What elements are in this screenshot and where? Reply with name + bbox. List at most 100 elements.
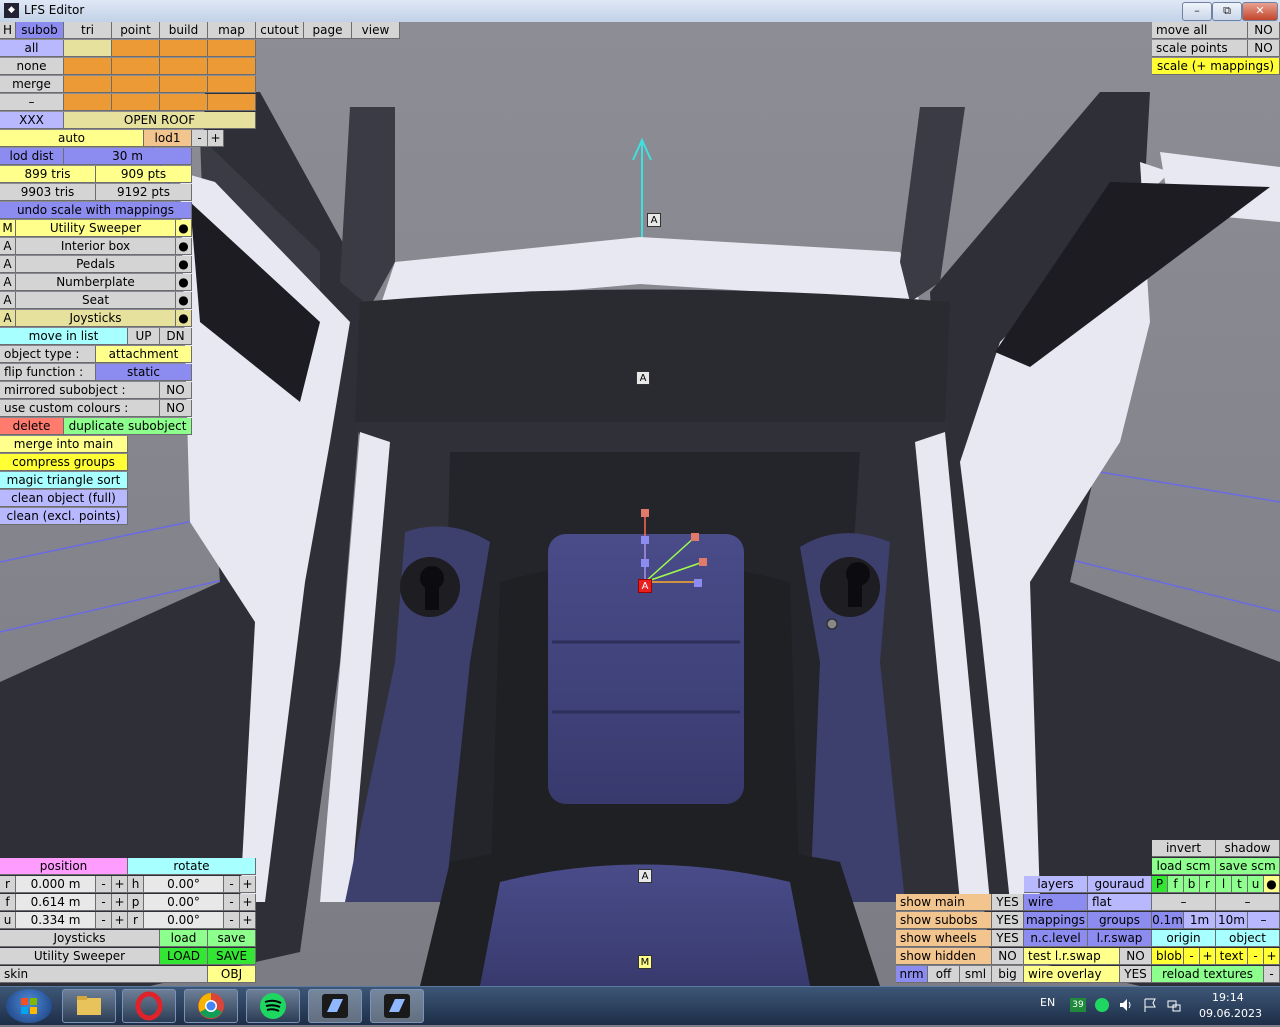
custom-colours-toggle[interactable]: NO xyxy=(160,400,192,417)
undo-scale-button[interactable]: undo scale with mappings xyxy=(0,202,192,219)
tab-cutout[interactable]: cutout xyxy=(256,22,304,39)
notification-badge[interactable]: 39 xyxy=(1070,998,1086,1012)
clock-time[interactable]: 19:14 xyxy=(1212,991,1244,1004)
rotate-r-input[interactable]: 0.00° xyxy=(144,912,224,929)
opera-taskbar-button[interactable] xyxy=(122,989,176,1023)
gouraud-button[interactable]: gouraud xyxy=(1088,876,1152,893)
reload-minus-button[interactable]: - xyxy=(1264,966,1280,983)
position-u-input[interactable]: 0.334 m xyxy=(16,912,96,929)
groups-button[interactable]: groups xyxy=(1088,912,1152,929)
view-dot-icon[interactable]: ● xyxy=(1264,876,1280,893)
position-r-minus[interactable]: - xyxy=(96,876,112,893)
rotate-h-input[interactable]: 0.00° xyxy=(144,876,224,893)
maximize-button[interactable]: ⧉ xyxy=(1212,2,1242,21)
color-swatch[interactable] xyxy=(64,58,112,75)
layers-button[interactable]: layers xyxy=(1024,876,1088,893)
show-wheels-toggle[interactable]: YES xyxy=(992,930,1024,947)
show-subobs-toggle[interactable]: YES xyxy=(992,912,1024,929)
position-f-plus[interactable]: + xyxy=(112,894,128,911)
select-all-button[interactable]: all xyxy=(0,40,64,57)
visibility-dot-icon[interactable]: ● xyxy=(176,310,192,327)
text-plus-button[interactable]: + xyxy=(1264,948,1280,965)
view-l-button[interactable]: l xyxy=(1216,876,1232,893)
lod-plus-button[interactable]: + xyxy=(208,130,224,147)
clean-excl-points-button[interactable]: clean (excl. points) xyxy=(0,508,128,525)
main-load-button[interactable]: LOAD xyxy=(160,948,208,965)
tab-page[interactable]: page xyxy=(304,22,352,39)
mirrored-subobject-toggle[interactable]: NO xyxy=(160,382,192,399)
wire-button[interactable]: wire xyxy=(1024,894,1088,911)
scale-mappings-button[interactable]: scale (+ mappings) xyxy=(1152,58,1280,75)
subobject-item[interactable]: Interior box xyxy=(16,238,176,255)
show-main-toggle[interactable]: YES xyxy=(992,894,1024,911)
load-scm-button[interactable]: load scm xyxy=(1152,858,1216,875)
select-none-button[interactable]: none xyxy=(0,58,64,75)
position-u-minus[interactable]: - xyxy=(96,912,112,929)
show-hidden-toggle[interactable]: NO xyxy=(992,948,1024,965)
tab-build[interactable]: build xyxy=(160,22,208,39)
view-b-button[interactable]: b xyxy=(1184,876,1200,893)
color-swatch[interactable] xyxy=(160,94,208,111)
main-save-button[interactable]: SAVE xyxy=(208,948,256,965)
subobject-save-button[interactable]: save xyxy=(208,930,256,947)
xxx-button[interactable]: XXX xyxy=(0,112,64,129)
flip-function-select[interactable]: static xyxy=(96,364,192,381)
size-nrm-button[interactable]: nrm xyxy=(896,966,928,983)
clean-object-full-button[interactable]: clean object (full) xyxy=(0,490,128,507)
object-button[interactable]: object xyxy=(1216,930,1280,947)
blob-plus-button[interactable]: + xyxy=(1200,948,1216,965)
nc-level-button[interactable]: n.c.level xyxy=(1024,930,1088,947)
dash-button[interactable]: – xyxy=(0,94,64,111)
position-r-input[interactable]: 0.000 m xyxy=(16,876,96,893)
scene-label-a-seat[interactable]: A xyxy=(638,869,652,883)
step-1m-button[interactable]: 1m xyxy=(1184,912,1216,929)
h-button[interactable]: H xyxy=(0,22,16,39)
rotate-r-plus[interactable]: + xyxy=(240,912,256,929)
3d-viewport[interactable]: A A A A M xyxy=(0,22,1280,986)
rotate-h-minus[interactable]: - xyxy=(224,876,240,893)
network-icon[interactable] xyxy=(1166,997,1182,1013)
mappings-button[interactable]: mappings xyxy=(1024,912,1088,929)
view-f-button[interactable]: f xyxy=(1168,876,1184,893)
flag-icon[interactable] xyxy=(1142,997,1158,1013)
object-type-select[interactable]: attachment xyxy=(96,346,192,363)
scene-label-a-top[interactable]: A xyxy=(647,213,661,227)
subobject-item[interactable]: Pedals xyxy=(16,256,176,273)
color-swatch[interactable] xyxy=(160,76,208,93)
visibility-dot-icon[interactable]: ● xyxy=(176,238,192,255)
reload-textures-button[interactable]: reload textures xyxy=(1152,966,1264,983)
tab-map[interactable]: map xyxy=(208,22,256,39)
view-p-button[interactable]: P xyxy=(1152,876,1168,893)
language-indicator[interactable]: EN xyxy=(1040,996,1055,1009)
color-swatch[interactable] xyxy=(112,58,160,75)
explorer-taskbar-button[interactable] xyxy=(62,989,116,1023)
rotate-h-plus[interactable]: + xyxy=(240,876,256,893)
duplicate-subobject-button[interactable]: duplicate subobject xyxy=(64,418,192,435)
color-swatch[interactable] xyxy=(208,94,256,111)
delete-button[interactable]: delete xyxy=(0,418,64,435)
open-roof-button[interactable]: OPEN ROOF xyxy=(64,112,256,129)
lod-minus-button[interactable]: - xyxy=(192,130,208,147)
move-up-button[interactable]: UP xyxy=(128,328,160,345)
origin-button[interactable]: origin xyxy=(1152,930,1216,947)
minimize-button[interactable]: – xyxy=(1182,2,1212,21)
lfs-taskbar-button[interactable] xyxy=(308,989,362,1023)
subobject-item[interactable]: Seat xyxy=(16,292,176,309)
rotate-p-plus[interactable]: + xyxy=(240,894,256,911)
lod1-button[interactable]: lod1 xyxy=(144,130,192,147)
start-button[interactable] xyxy=(6,989,52,1023)
subobject-item[interactable]: Utility Sweeper xyxy=(16,220,176,237)
step-minus-button[interactable]: – xyxy=(1248,912,1280,929)
merge-into-main-button[interactable]: merge into main xyxy=(0,436,128,453)
size-big-button[interactable]: big xyxy=(992,966,1024,983)
save-scm-button[interactable]: save scm xyxy=(1216,858,1280,875)
clock-date[interactable]: 09.06.2023 xyxy=(1199,1007,1262,1020)
color-swatch[interactable] xyxy=(160,40,208,57)
lfs-editor-taskbar-button[interactable] xyxy=(370,989,424,1023)
skin-label[interactable]: skin xyxy=(0,966,208,983)
rotate-p-minus[interactable]: - xyxy=(224,894,240,911)
chrome-taskbar-button[interactable] xyxy=(184,989,238,1023)
volume-icon[interactable] xyxy=(1118,997,1134,1013)
dash-button[interactable]: – xyxy=(1152,894,1216,911)
spotify-tray-icon[interactable] xyxy=(1094,997,1110,1013)
